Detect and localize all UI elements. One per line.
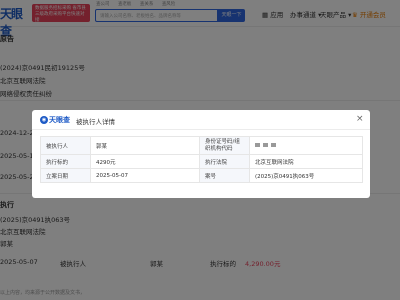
label-filing-date: 立案日期	[40, 168, 91, 183]
masked-block	[271, 143, 276, 147]
executee-detail-modal: ◉ 天眼查 被执行人详情 × 被执行人 郭某 身份证号码/组织机构代码 执行标的 …	[32, 110, 370, 198]
value-id-code-masked	[249, 136, 363, 155]
value-amount: 4290元	[90, 154, 200, 169]
masked-block	[255, 143, 260, 147]
masked-block	[263, 143, 268, 147]
label-id-code: 身份证号码/组织机构代码	[199, 136, 250, 155]
modal-header: ◉ 天眼查 被执行人详情 ×	[32, 110, 370, 130]
label-amount: 执行标的	[40, 154, 91, 169]
eye-logo-icon: ◉	[40, 116, 48, 124]
modal-title: 被执行人详情	[76, 118, 115, 126]
value-case-number: (2025)京0491执063号	[249, 168, 363, 183]
label-case-number: 案号	[199, 168, 250, 183]
executee-info-table: 被执行人 郭某 身份证号码/组织机构代码 执行标的 4290元 执行法院 北京互…	[40, 136, 363, 183]
label-court: 执行法院	[199, 154, 250, 169]
modal-logo-text: 天眼查	[49, 116, 70, 124]
table-row: 执行标的 4290元 执行法院 北京互联网法院	[40, 154, 363, 169]
table-row: 被执行人 郭某 身份证号码/组织机构代码	[40, 136, 363, 155]
label-executee: 被执行人	[40, 136, 91, 155]
value-filing-date: 2025-05-07	[90, 168, 200, 183]
value-executee: 郭某	[90, 136, 200, 155]
value-court: 北京互联网法院	[249, 154, 363, 169]
modal-logo: ◉ 天眼查	[40, 115, 70, 125]
table-row: 立案日期 2025-05-07 案号 (2025)京0491执063号	[40, 168, 363, 183]
close-icon[interactable]: ×	[356, 114, 364, 124]
